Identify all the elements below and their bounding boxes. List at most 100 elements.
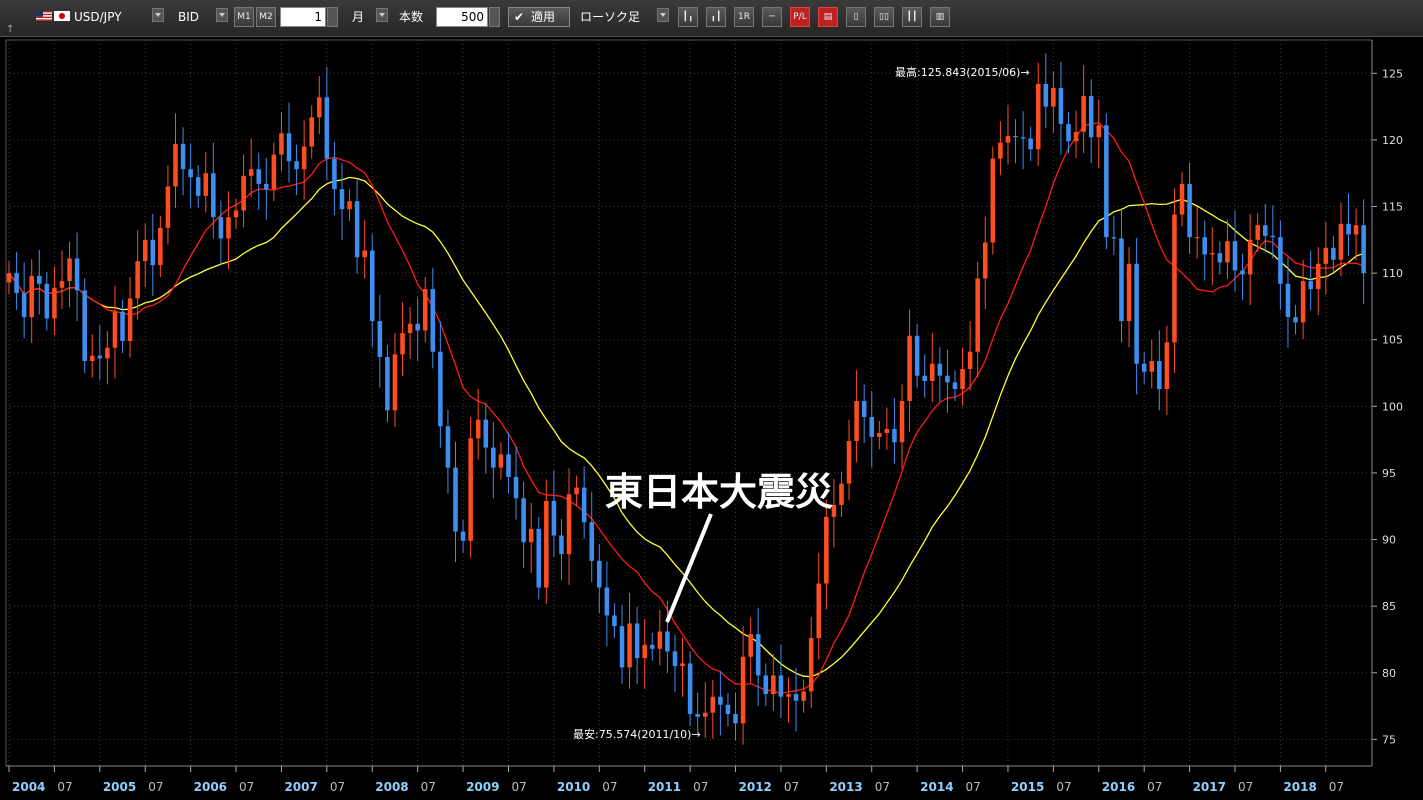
- bar-count-input[interactable]: 500: [436, 7, 488, 27]
- symbol-label[interactable]: USD/JPY: [74, 7, 122, 27]
- candle-body: [695, 714, 700, 717]
- period-spinner[interactable]: [327, 7, 338, 27]
- x-tick-label: 2009: [466, 780, 499, 794]
- candle-body: [354, 201, 360, 258]
- candle-body: [1088, 95, 1094, 138]
- candle-body: [793, 694, 799, 701]
- y-tick-label: 90: [1382, 534, 1396, 547]
- candle-alt-icon[interactable]: ╻┃: [706, 7, 726, 27]
- candle-body: [513, 476, 519, 499]
- 1r-icon[interactable]: 1R: [734, 7, 754, 27]
- bars-alt-icon[interactable]: ▯▯: [874, 7, 894, 27]
- x-tick-label: 2017: [1193, 780, 1226, 794]
- candle-body: [1104, 125, 1109, 238]
- candle-body: [6, 273, 12, 283]
- candle-body: [127, 298, 133, 342]
- candle-body: [1157, 361, 1162, 390]
- candle-body: [733, 714, 738, 724]
- candle-body: [1073, 131, 1079, 142]
- x-tick-label: 07: [784, 780, 799, 794]
- candle-body: [786, 694, 791, 697]
- bars-3-icon[interactable]: ┃┃: [902, 7, 922, 27]
- chart-type-label[interactable]: ローソク足: [580, 7, 640, 27]
- collapse-arrow-icon[interactable]: ↑: [6, 24, 14, 35]
- candle-body: [1232, 241, 1238, 271]
- candle-body: [332, 158, 337, 190]
- candle-body: [150, 239, 156, 266]
- candle-body: [1051, 87, 1056, 107]
- candle-body: [301, 146, 307, 170]
- x-tick-label: 2014: [920, 780, 953, 794]
- candle-body: [846, 440, 852, 484]
- x-tick-label: 2008: [375, 780, 408, 794]
- candle-body: [907, 335, 912, 402]
- candle-body: [233, 210, 239, 218]
- candle-body: [271, 154, 277, 190]
- candle-body: [763, 675, 769, 695]
- candle-body: [574, 487, 579, 495]
- candle-body: [1346, 223, 1351, 235]
- jp-flag-icon: [54, 11, 70, 21]
- price-type-dropdown-button[interactable]: [216, 8, 228, 22]
- candle-body: [778, 675, 784, 697]
- candle-body: [824, 516, 829, 584]
- candle-body: [597, 560, 602, 588]
- period-unit-dropdown-button[interactable]: [376, 8, 388, 22]
- bars-4-icon[interactable]: ▥: [930, 7, 950, 27]
- us-flag-icon: [36, 11, 52, 21]
- candle-body: [211, 173, 216, 218]
- candle-body: [672, 651, 678, 667]
- candle-body: [377, 321, 383, 358]
- x-tick-label: 2007: [284, 780, 317, 794]
- candle-body: [1043, 83, 1049, 107]
- candle-body: [1262, 225, 1268, 236]
- candle-body: [445, 426, 451, 468]
- candle-body: [559, 535, 564, 555]
- candle-body: [1020, 137, 1026, 139]
- bar-count-spinner[interactable]: [489, 7, 500, 27]
- apply-button[interactable]: ✔ 適用: [508, 7, 570, 27]
- period-input[interactable]: 1: [280, 7, 326, 27]
- candle-body: [680, 663, 685, 667]
- x-tick-label: 07: [1056, 780, 1071, 794]
- y-tick-label: 100: [1382, 400, 1403, 413]
- m2-button[interactable]: M2: [256, 7, 276, 27]
- candle-body: [1293, 317, 1298, 323]
- candle-body: [612, 615, 617, 627]
- x-tick-label: 07: [1238, 780, 1253, 794]
- candle-body: [385, 357, 390, 411]
- candle-body: [899, 401, 905, 443]
- candle-body: [854, 401, 859, 441]
- price-type-label[interactable]: BID: [178, 7, 199, 27]
- candle-body: [544, 500, 549, 588]
- candle-body: [839, 483, 844, 505]
- candle-body: [1005, 135, 1011, 143]
- candle-body: [877, 432, 882, 437]
- x-tick-label: 07: [57, 780, 72, 794]
- line-icon[interactable]: ─: [762, 7, 782, 27]
- x-tick-label: 2015: [1011, 780, 1044, 794]
- candle-body: [1202, 237, 1207, 255]
- event-pointer-line: [665, 513, 713, 623]
- high-annotation: 最高:125.843(2015/06)→: [895, 65, 1030, 79]
- candle-body: [1119, 238, 1124, 322]
- candle-body: [975, 278, 980, 352]
- pl-icon[interactable]: P/L: [790, 7, 810, 27]
- pl-alt-icon[interactable]: ▤: [818, 7, 838, 27]
- x-tick-label: 2011: [648, 780, 681, 794]
- chart-type-dropdown-button[interactable]: [657, 8, 669, 22]
- bars-icon[interactable]: ▯: [846, 7, 866, 27]
- candle-body: [1210, 253, 1215, 255]
- candle-body: [831, 504, 837, 517]
- candle-icon[interactable]: ┃╻: [678, 7, 698, 27]
- candle-body: [256, 169, 262, 184]
- candle-body: [990, 158, 996, 243]
- candle-body: [407, 323, 413, 334]
- ma-long-line: [8, 176, 1364, 678]
- m1-button[interactable]: M1: [234, 7, 254, 27]
- candle-body: [521, 498, 526, 543]
- candle-body: [1013, 135, 1018, 138]
- symbol-dropdown-button[interactable]: [152, 8, 164, 22]
- candle-body: [180, 143, 186, 170]
- candle-body: [748, 634, 753, 657]
